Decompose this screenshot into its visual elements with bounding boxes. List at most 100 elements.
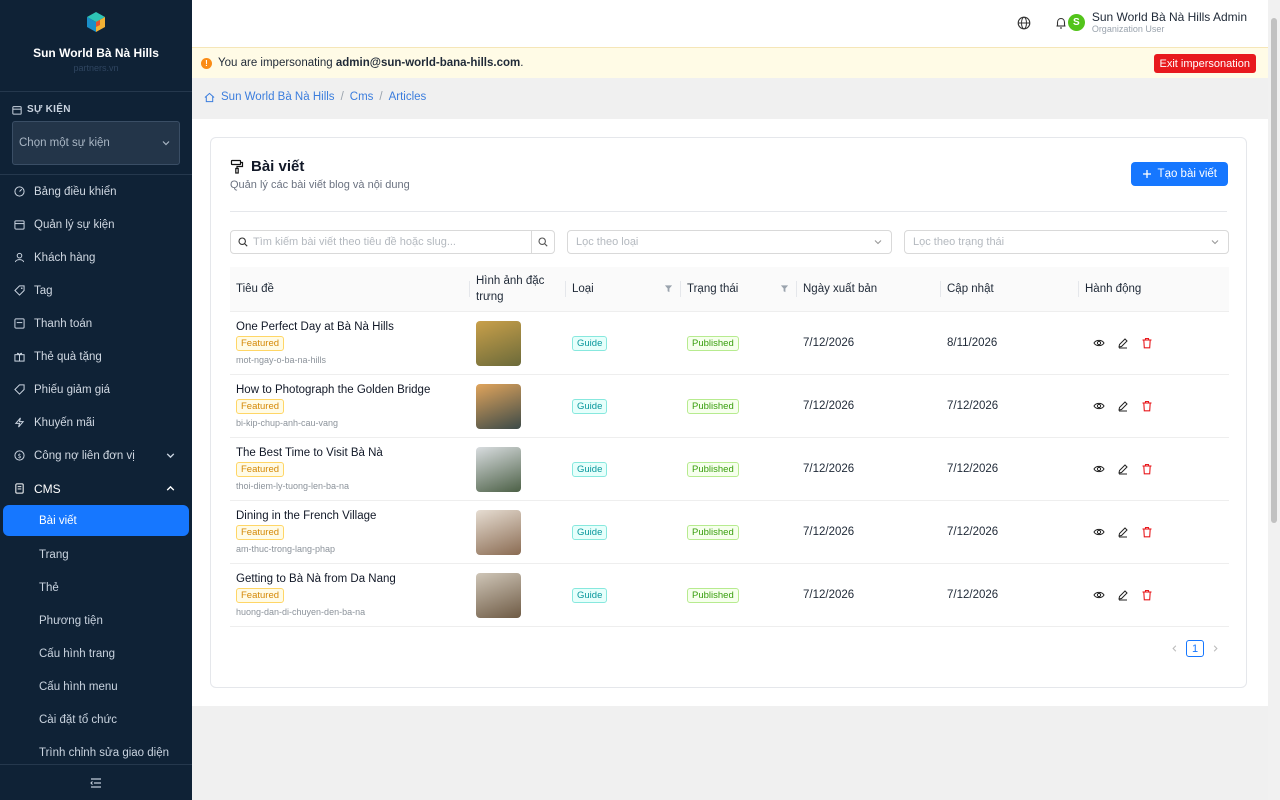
sidebar-subitem-menu-config[interactable]: Cấu hình menu — [0, 670, 192, 703]
page-scrollbar[interactable] — [1268, 0, 1280, 800]
event-select[interactable]: Chọn một sự kiện — [12, 121, 180, 165]
gift-icon — [14, 352, 25, 362]
eye-icon[interactable] — [1093, 400, 1105, 412]
status-cell: Published — [681, 501, 797, 563]
article-title[interactable]: One Perfect Day at Bà Nà Hills — [236, 321, 394, 333]
page-title: Bài viết — [230, 158, 304, 175]
page-number[interactable]: 1 — [1186, 640, 1204, 657]
sidebar-subitem-page-config[interactable]: Cấu hình trang — [0, 637, 192, 670]
featured-image — [476, 446, 521, 492]
eye-icon[interactable] — [1093, 589, 1105, 601]
edit-icon[interactable] — [1117, 400, 1129, 412]
articles-card: Bài viết Quản lý các bài viết blog và nộ… — [210, 137, 1247, 688]
sidebar-item-label: Công nợ liên đơn vị — [34, 449, 135, 462]
breadcrumb-cms[interactable]: Cms — [350, 91, 374, 103]
page-title-text: Bài viết — [251, 158, 305, 175]
article-title[interactable]: Getting to Bà Nà from Da Nang — [236, 573, 396, 585]
article-title[interactable]: How to Photograph the Golden Bridge — [236, 384, 430, 396]
search-input[interactable]: Tìm kiếm bài viết theo tiêu đề hoặc slug… — [230, 230, 555, 254]
sidebar-subitem-articles[interactable]: Bài viết — [3, 505, 189, 536]
edit-icon[interactable] — [1117, 526, 1129, 538]
event-section-label: SỰ KIỆN — [0, 92, 192, 121]
calendar-icon — [14, 220, 25, 230]
sidebar-item-dashboard[interactable]: Bảng điều khiển — [0, 175, 192, 208]
globe-icon[interactable] — [1017, 16, 1031, 30]
document-icon — [15, 483, 24, 494]
sidebar-item-label: Quản lý sự kiện — [34, 218, 115, 231]
image-cell — [470, 564, 566, 626]
breadcrumb-org[interactable]: Sun World Bà Nà Hills — [221, 91, 335, 103]
article-title[interactable]: Dining in the French Village — [236, 510, 376, 522]
sidebar-subitem-pages[interactable]: Trang — [0, 538, 192, 571]
sidebar: Sun World Bà Nà Hills partners.vn SỰ KIỆ… — [0, 0, 192, 800]
sidebar-item-customers[interactable]: Khách hàng — [0, 241, 192, 274]
breadcrumb: Sun World Bà Nà Hills / Cms / Articles — [204, 91, 426, 103]
create-article-button[interactable]: Tạo bài viết — [1130, 162, 1228, 186]
delete-icon[interactable] — [1141, 337, 1153, 349]
eye-icon[interactable] — [1093, 526, 1105, 538]
sidebar-item-gift-cards[interactable]: Thẻ quà tặng — [0, 340, 192, 373]
breadcrumb-separator: / — [379, 91, 383, 103]
exit-impersonation-button[interactable]: Exit impersonation — [1153, 54, 1256, 73]
delete-icon[interactable] — [1141, 463, 1153, 475]
delete-icon[interactable] — [1141, 589, 1153, 601]
delete-icon[interactable] — [1141, 526, 1153, 538]
filter-type-select[interactable]: Lọc theo loại — [567, 230, 892, 254]
actions-cell — [1079, 501, 1229, 563]
sidebar-subitem-org-settings[interactable]: Cài đặt tổ chức — [0, 703, 192, 736]
type-cell: Guide — [566, 312, 681, 374]
column-header-status: Trạng thái — [681, 267, 797, 311]
warning-icon: ! — [201, 57, 212, 69]
delete-icon[interactable] — [1141, 400, 1153, 412]
chevron-right-icon[interactable] — [1211, 644, 1220, 653]
sidebar-header: Sun World Bà Nà Hills partners.vn — [0, 0, 192, 92]
updated-date: 7/12/2026 — [947, 589, 999, 601]
sidebar-item-label: Tag — [34, 284, 53, 297]
table-row: One Perfect Day at Bà Nà Hills Featured … — [230, 312, 1229, 375]
scrollbar-thumb[interactable] — [1271, 18, 1277, 523]
search-icon — [538, 237, 548, 247]
article-title[interactable]: The Best Time to Visit Bà Nà — [236, 447, 383, 459]
published-date: 7/12/2026 — [803, 337, 855, 349]
sidebar-item-cms[interactable]: CMS — [0, 472, 192, 505]
search-button[interactable] — [531, 231, 554, 253]
featured-badge: Featured — [236, 588, 285, 603]
bell-icon[interactable] — [1054, 16, 1068, 30]
user-name: Sun World Bà Nà Hills Admin — [1091, 10, 1247, 24]
sidebar-item-coupons[interactable]: Phiếu giảm giá — [0, 373, 192, 406]
articles-table: Tiêu đề Hình ảnh đặc trưng Loại Trạng th… — [230, 267, 1229, 627]
sidebar-item-tag[interactable]: Tag — [0, 274, 192, 307]
sidebar-collapse-button[interactable] — [0, 764, 192, 800]
flash-icon — [14, 417, 25, 428]
filter-icon[interactable] — [664, 284, 673, 293]
sidebar-subitem-media[interactable]: Phương tiện — [0, 604, 192, 637]
sidebar-item-events[interactable]: Quản lý sự kiện — [0, 208, 192, 241]
sidebar-item-debt[interactable]: $ Công nợ liên đơn vị — [0, 439, 192, 472]
sidebar-subitem-tags[interactable]: Thẻ — [0, 571, 192, 604]
featured-image — [476, 383, 521, 429]
featured-image — [476, 572, 521, 618]
image-cell — [470, 501, 566, 563]
edit-icon[interactable] — [1117, 463, 1129, 475]
pagination: 1 — [1170, 640, 1220, 657]
filter-status-select[interactable]: Lọc theo trạng thái — [904, 230, 1229, 254]
edit-icon[interactable] — [1117, 589, 1129, 601]
search-placeholder: Tìm kiếm bài viết theo tiêu đề hoặc slug… — [253, 236, 456, 248]
column-header-updated: Cập nhật — [941, 267, 1079, 311]
user-menu[interactable]: S Sun World Bà Nà Hills Admin Organizati… — [1067, 10, 1247, 34]
edit-icon[interactable] — [1117, 337, 1129, 349]
article-slug: mot-ngay-o-ba-na-hills — [236, 355, 327, 365]
chevron-down-icon — [1211, 240, 1219, 245]
user-icon — [14, 252, 25, 263]
eye-icon[interactable] — [1093, 463, 1105, 475]
filter-icon[interactable] — [780, 284, 789, 293]
sidebar-item-promotions[interactable]: Khuyến mãi — [0, 406, 192, 439]
eye-icon[interactable] — [1093, 337, 1105, 349]
chevron-left-icon[interactable] — [1170, 644, 1179, 653]
plus-icon — [1142, 170, 1151, 178]
article-slug: am-thuc-trong-lang-phap — [236, 544, 336, 554]
title-cell: How to Photograph the Golden Bridge Feat… — [230, 375, 470, 437]
sidebar-item-payment[interactable]: Thanh toán — [0, 307, 192, 340]
breadcrumb-articles[interactable]: Articles — [389, 91, 427, 103]
image-cell — [470, 438, 566, 500]
